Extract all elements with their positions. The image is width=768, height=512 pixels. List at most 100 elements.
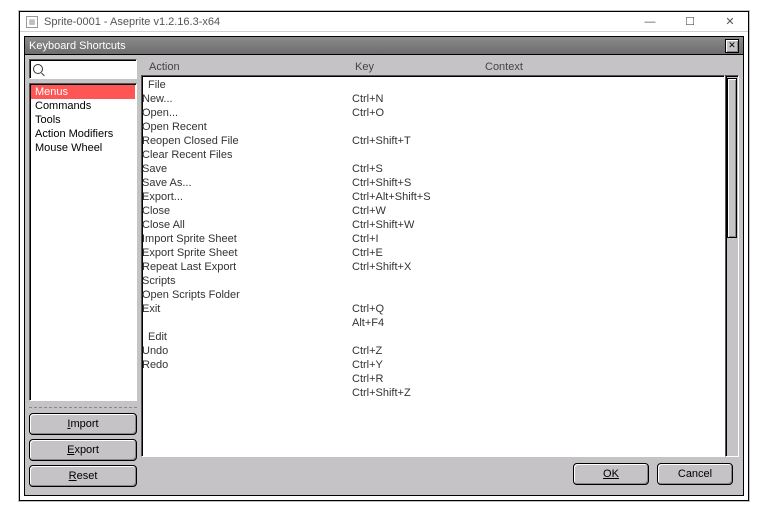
window-title: Sprite-0001 - Aseprite v1.2.16.3-x64 (44, 16, 638, 28)
action-label: Exit (142, 303, 352, 315)
key-label: Ctrl+Shift+Z (352, 387, 502, 399)
scrollbar-thumb[interactable] (727, 78, 737, 238)
shortcut-row[interactable]: ExitCtrl+Q (142, 302, 724, 316)
key-label (352, 275, 502, 287)
section-header: Edit (142, 330, 724, 344)
action-label: Repeat Last Export (142, 261, 352, 273)
key-label: Ctrl+Shift+S (352, 177, 502, 189)
reset-button[interactable]: Reset (29, 465, 137, 487)
key-label: Ctrl+Z (352, 345, 502, 357)
dialog-body: MenusCommandsToolsAction ModifiersMouse … (25, 55, 743, 495)
key-label: Ctrl+Shift+T (352, 135, 502, 147)
category-item[interactable]: Mouse Wheel (31, 141, 135, 155)
key-label: Ctrl+I (352, 233, 502, 245)
key-label: Ctrl+N (352, 93, 502, 105)
col-action-header: Action (145, 61, 355, 73)
shortcut-row[interactable]: SaveCtrl+S (142, 162, 724, 176)
action-label: Close (142, 205, 352, 217)
minimize-button[interactable]: — (638, 15, 662, 29)
action-label (142, 373, 352, 385)
dialog-footer: OK Cancel (141, 457, 739, 491)
dialog-close-button[interactable]: ✕ (725, 39, 739, 53)
key-label: Ctrl+Y (352, 359, 502, 371)
action-label: Save As... (142, 177, 352, 189)
left-column: MenusCommandsToolsAction ModifiersMouse … (29, 59, 137, 491)
os-titlebar: ▦ Sprite-0001 - Aseprite v1.2.16.3-x64 —… (20, 12, 748, 32)
vertical-scrollbar[interactable] (725, 75, 739, 457)
shortcut-row[interactable]: Open Scripts Folder (142, 288, 724, 302)
category-item[interactable]: Tools (31, 113, 135, 127)
divider (29, 407, 137, 409)
ok-button[interactable]: OK (573, 463, 649, 485)
shortcut-row[interactable]: Open Recent (142, 120, 724, 134)
action-label: Redo (142, 359, 352, 371)
action-label: Undo (142, 345, 352, 357)
action-label: Open Recent (142, 121, 352, 133)
app-window: ▦ Sprite-0001 - Aseprite v1.2.16.3-x64 —… (19, 11, 749, 501)
key-label: Ctrl+E (352, 247, 502, 259)
action-label: Export Sprite Sheet (142, 247, 352, 259)
shortcut-row[interactable]: Ctrl+Shift+Z (142, 386, 724, 400)
shortcut-row[interactable]: Alt+F4 (142, 316, 724, 330)
shortcut-row[interactable]: UndoCtrl+Z (142, 344, 724, 358)
maximize-button[interactable]: ☐ (678, 15, 702, 29)
shortcut-row[interactable]: Save As...Ctrl+Shift+S (142, 176, 724, 190)
key-label: Alt+F4 (352, 317, 502, 329)
right-column: Action Key Context FileNew...Ctrl+NOpen.… (141, 59, 739, 491)
key-label: Ctrl+W (352, 205, 502, 217)
shortcut-row[interactable]: Export Sprite SheetCtrl+E (142, 246, 724, 260)
action-label: Open Scripts Folder (142, 289, 352, 301)
dialog-title: Keyboard Shortcuts (29, 40, 725, 52)
key-label: Ctrl+R (352, 373, 502, 385)
shortcut-row[interactable]: RedoCtrl+Y (142, 358, 724, 372)
key-label: Ctrl+Shift+W (352, 219, 502, 231)
list-header: Action Key Context (141, 59, 739, 75)
action-label: New... (142, 93, 352, 105)
import-button[interactable]: Import (29, 413, 137, 435)
action-label (142, 317, 352, 329)
action-label: Reopen Closed File (142, 135, 352, 147)
key-label: Ctrl+O (352, 107, 502, 119)
cancel-button[interactable]: Cancel (657, 463, 733, 485)
key-label (352, 121, 502, 133)
col-key-header: Key (355, 61, 485, 73)
shortcut-row[interactable]: Ctrl+R (142, 372, 724, 386)
category-item[interactable]: Commands (31, 99, 135, 113)
shortcut-row[interactable]: Export...Ctrl+Alt+Shift+S (142, 190, 724, 204)
category-list: MenusCommandsToolsAction ModifiersMouse … (29, 83, 137, 401)
shortcut-row[interactable]: Scripts (142, 274, 724, 288)
export-button[interactable]: Export (29, 439, 137, 461)
key-label: Ctrl+Shift+X (352, 261, 502, 273)
action-label: Clear Recent Files (142, 149, 352, 161)
dialog-titlebar: Keyboard Shortcuts ✕ (25, 37, 743, 55)
close-button[interactable]: ✕ (718, 15, 742, 29)
key-label: Ctrl+Q (352, 303, 502, 315)
action-label: Export... (142, 191, 352, 203)
action-label: Import Sprite Sheet (142, 233, 352, 245)
shortcut-row[interactable]: Open...Ctrl+O (142, 106, 724, 120)
shortcut-row[interactable]: Reopen Closed FileCtrl+Shift+T (142, 134, 724, 148)
dialog-frame: Keyboard Shortcuts ✕ MenusCommandsToolsA… (24, 36, 744, 496)
section-header: File (142, 78, 724, 92)
category-item[interactable]: Menus (31, 85, 135, 99)
shortcut-row[interactable]: New...Ctrl+N (142, 92, 724, 106)
shortcut-row[interactable]: Close AllCtrl+Shift+W (142, 218, 724, 232)
search-icon (33, 64, 43, 74)
action-label: Save (142, 163, 352, 175)
app-icon: ▦ (26, 16, 38, 28)
key-label (352, 149, 502, 161)
key-label (352, 289, 502, 301)
shortcut-row[interactable]: Clear Recent Files (142, 148, 724, 162)
action-label: Scripts (142, 275, 352, 287)
category-item[interactable]: Action Modifiers (31, 127, 135, 141)
action-label: Open... (142, 107, 352, 119)
shortcut-row[interactable]: Repeat Last ExportCtrl+Shift+X (142, 260, 724, 274)
shortcut-row[interactable]: CloseCtrl+W (142, 204, 724, 218)
action-list-wrap: FileNew...Ctrl+NOpen...Ctrl+OOpen Recent… (141, 75, 739, 457)
action-list: FileNew...Ctrl+NOpen...Ctrl+OOpen Recent… (141, 75, 725, 457)
action-label: Close All (142, 219, 352, 231)
col-context-header: Context (485, 61, 739, 73)
shortcut-row[interactable]: Import Sprite SheetCtrl+I (142, 232, 724, 246)
key-label: Ctrl+Alt+Shift+S (352, 191, 502, 203)
search-field[interactable] (29, 59, 137, 79)
